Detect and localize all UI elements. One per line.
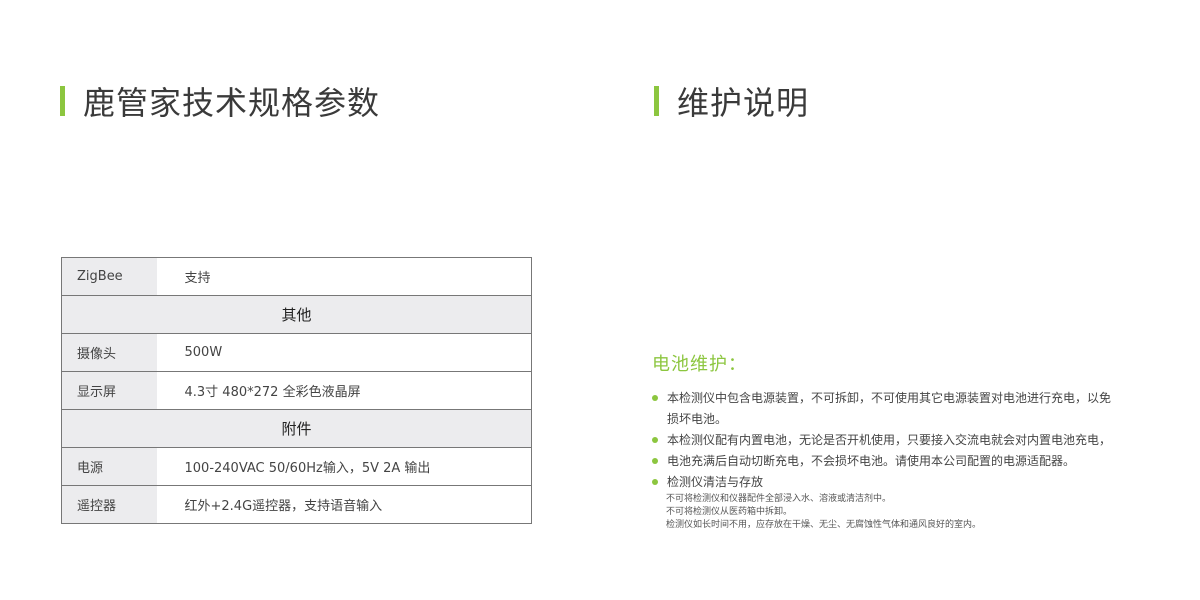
battery-maintenance-subtitle: 电池维护： xyxy=(652,354,747,375)
table-row: 显示屏 4.3寸 480*272 全彩色液晶屏 xyxy=(61,371,532,410)
bullet-icon xyxy=(652,437,658,443)
list-item-text: 检测仪清洁与存放 xyxy=(667,475,764,489)
table-row: 遥控器 红外+2.4G遥控器，支持语音输入 xyxy=(61,485,532,524)
table-row: 电源 100-240VAC 50/60Hz输入，5V 2A 输出 xyxy=(61,447,532,486)
spec-table: ZigBee 支持 其他 摄像头 500W 显示屏 4.3寸 480*272 全… xyxy=(61,257,532,524)
maintenance-section: 电池维护： 本检测仪中包含电源装置，不可拆卸，不可使用其它电源装置对电池进行充电… xyxy=(652,350,1122,532)
spec-value: 支持 xyxy=(156,257,532,296)
spec-value: 500W xyxy=(156,333,532,372)
section-label: 附件 xyxy=(61,409,532,448)
list-item-text: 本检测仪中包含电源装置，不可拆卸，不可使用其它电源装置对电池进行充电，以免损坏电… xyxy=(667,391,1112,426)
bullet-icon xyxy=(652,479,658,485)
list-item: 本检测仪配有内置电池，无论是否开机使用，只要接入交流电就会对内置电池充电， xyxy=(652,430,1122,451)
spec-value: 100-240VAC 50/60Hz输入，5V 2A 输出 xyxy=(156,447,532,486)
list-item: 本检测仪中包含电源装置，不可拆卸，不可使用其它电源装置对电池进行充电，以免损坏电… xyxy=(652,388,1122,430)
list-item-text: 电池充满后自动切断充电，不会损坏电池。请使用本公司配置的电源适配器。 xyxy=(667,454,1076,468)
spec-value: 4.3寸 480*272 全彩色液晶屏 xyxy=(156,371,532,410)
table-row: ZigBee 支持 xyxy=(61,257,532,296)
list-item: 检测仪清洁与存放 xyxy=(652,472,1122,493)
spec-heading: 鹿管家技术规格参数 xyxy=(60,78,380,124)
list-item: 电池充满后自动切断充电，不会损坏电池。请使用本公司配置的电源适配器。 xyxy=(652,451,1122,472)
bullet-icon xyxy=(652,395,658,401)
maintenance-title: 维护说明 xyxy=(677,84,810,122)
spec-key: 显示屏 xyxy=(61,371,157,410)
spec-key: ZigBee xyxy=(61,257,157,296)
accent-bar xyxy=(60,86,65,116)
section-label: 其他 xyxy=(61,295,532,334)
spec-key: 遥控器 xyxy=(61,485,157,524)
spec-key: 电源 xyxy=(61,447,157,486)
cleaning-note: 不可将检测仪从医药箱中拆卸。 xyxy=(666,507,793,517)
table-section-row: 其他 xyxy=(61,295,532,334)
table-section-row: 附件 xyxy=(61,409,532,448)
table-row: 摄像头 500W xyxy=(61,333,532,372)
cleaning-note: 检测仪如长时间不用，应存放在干燥、无尘、无腐蚀性气体和通风良好的室内。 xyxy=(666,520,982,530)
maintenance-heading: 维护说明 xyxy=(654,78,809,124)
list-item-text: 本检测仪配有内置电池，无论是否开机使用，只要接入交流电就会对内置电池充电， xyxy=(667,433,1112,447)
spec-value: 红外+2.4G遥控器，支持语音输入 xyxy=(156,485,532,524)
spec-key: 摄像头 xyxy=(61,333,157,372)
accent-bar xyxy=(654,86,659,116)
spec-title: 鹿管家技术规格参数 xyxy=(83,84,381,122)
bullet-icon xyxy=(652,458,658,464)
cleaning-note: 不可将检测仪和仪器配件全部浸入水、溶液或清洁剂中。 xyxy=(666,494,892,504)
